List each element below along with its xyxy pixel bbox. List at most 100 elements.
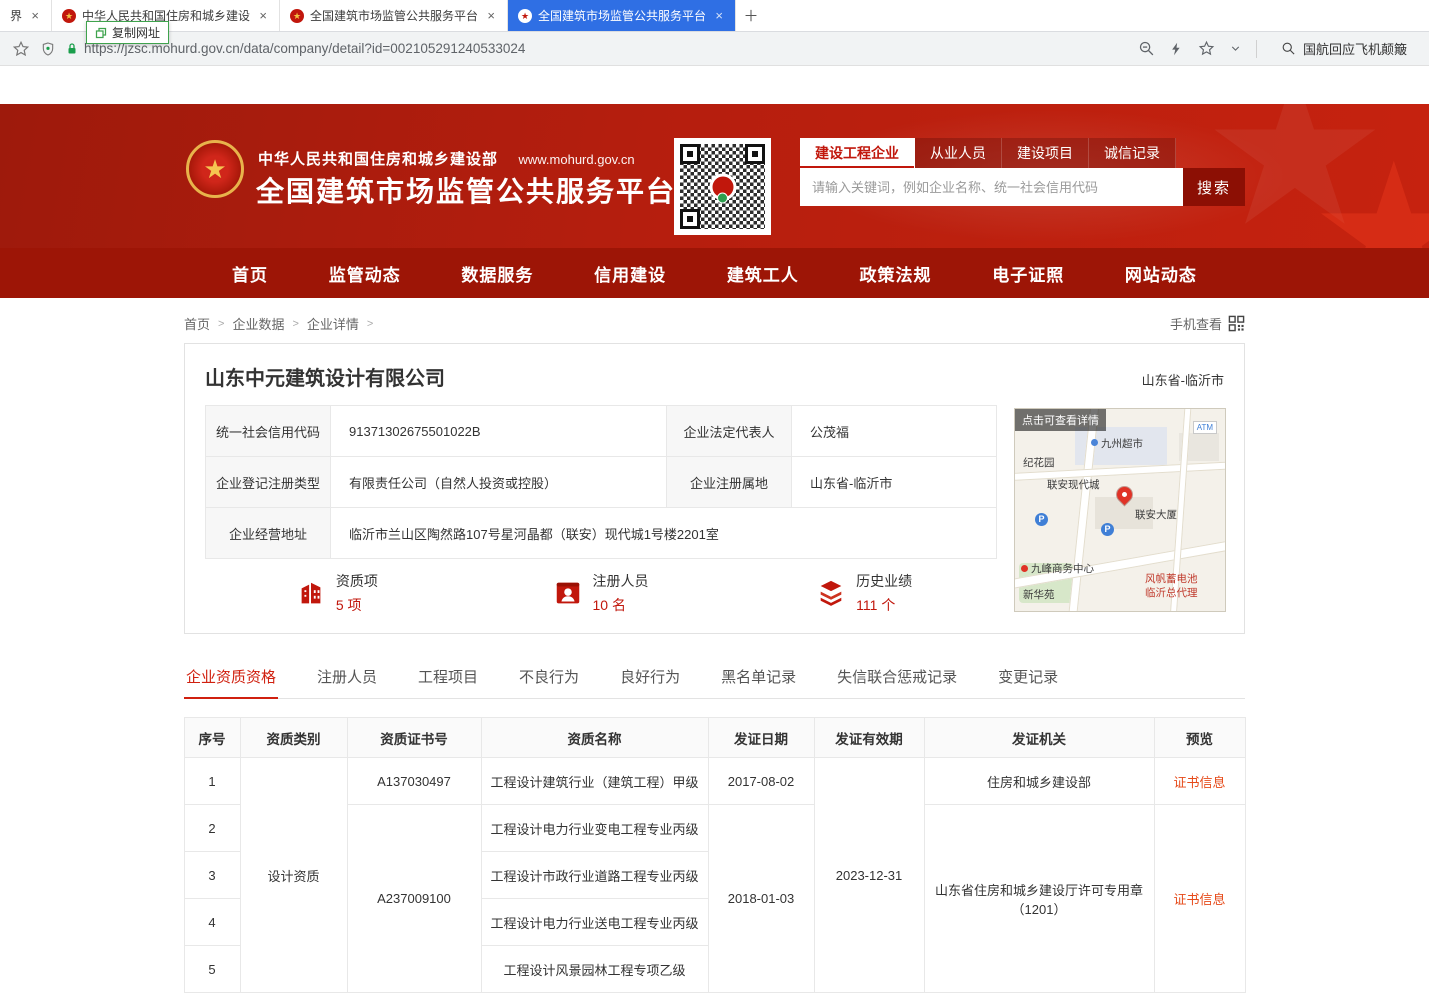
close-icon[interactable]: × [485, 9, 497, 22]
credit-code-value: 91371302675501022B [331, 406, 667, 457]
chevron-down-icon[interactable] [1229, 42, 1242, 55]
nav-policies[interactable]: 政策法规 [860, 261, 932, 286]
nav-site-news[interactable]: 网站动态 [1125, 261, 1197, 286]
browser-tab-partial[interactable]: 界 × [0, 0, 52, 31]
tab-change-records[interactable]: 变更记录 [996, 658, 1060, 698]
stat-label: 资质项 [336, 571, 378, 591]
map-label-atm: ATM [1193, 421, 1217, 434]
browser-quick-search[interactable]: 国航回应飞机颠簸 [1271, 35, 1417, 62]
search-tab-project[interactable]: 建设项目 [1002, 138, 1089, 168]
platform-title: 全国建筑市场监管公共服务平台 [256, 170, 676, 210]
hot-search-text: 国航回应飞机颠簸 [1303, 39, 1407, 58]
layers-icon [816, 578, 846, 608]
qr-center-logo-icon [709, 173, 736, 200]
favorite-star-icon[interactable] [1198, 40, 1215, 57]
keyword-search-bar: 搜索 [800, 168, 1245, 206]
copy-url-tooltip[interactable]: 复制网址 [86, 21, 169, 44]
qualification-building-icon [296, 578, 326, 608]
search-icon [1281, 41, 1296, 56]
cell-serial: 4 [184, 899, 240, 946]
company-info-table: 统一社会信用代码 91371302675501022B 企业法定代表人 公茂福 … [205, 405, 997, 559]
poi-dot-icon [1021, 565, 1028, 572]
cell-serial: 3 [184, 852, 240, 899]
keyword-input[interactable] [800, 168, 1183, 206]
ministry-line: 中华人民共和国住房和城乡建设部 www.mohurd.gov.cn [258, 148, 635, 169]
table-row: 1 设计资质 A137030497 工程设计建筑行业（建筑工程）甲级 2017-… [184, 758, 1245, 805]
breadcrumb-separator: > [218, 318, 224, 330]
stat-registered-personnel[interactable]: 注册人员 10 名 [469, 571, 733, 615]
cell-name: 工程设计建筑行业（建筑工程）甲级 [481, 758, 708, 805]
reg-region-value: 山东省-临沂市 [792, 457, 997, 508]
field-label: 企业登记注册类型 [206, 457, 331, 508]
site-safety-shield-icon[interactable] [40, 41, 56, 57]
cell-category: 设计资质 [240, 758, 347, 993]
search-tab-enterprise[interactable]: 建设工程企业 [800, 138, 915, 168]
ministry-site-url: www.mohurd.gov.cn [518, 152, 634, 167]
col-header-authority: 发证机关 [924, 718, 1154, 758]
table-header-row: 序号 资质类别 资质证书号 资质名称 发证日期 发证有效期 发证机关 预览 [184, 718, 1245, 758]
personnel-badge-icon [553, 578, 583, 608]
close-icon[interactable]: × [713, 9, 725, 22]
tab-projects[interactable]: 工程项目 [416, 658, 480, 698]
map-label-tower: 联安大厦 [1135, 507, 1177, 522]
search-button[interactable]: 搜索 [1183, 168, 1245, 206]
map-label-battery-2: 临沂总代理 [1145, 587, 1198, 600]
tab-title: 全国建筑市场监管公共服务平台 [538, 7, 707, 24]
tab-registered-personnel[interactable]: 注册人员 [315, 658, 379, 698]
breadcrumb-company-data[interactable]: 企业数据 [232, 314, 284, 333]
copy-icon [95, 27, 107, 39]
detail-tab-bar: 企业资质资格 注册人员 工程项目 不良行为 良好行为 黑名单记录 失信联合惩戒记… [184, 658, 1245, 699]
bookmark-star-icon[interactable] [12, 40, 30, 58]
stat-historical-projects[interactable]: 历史业绩 111 个 [732, 571, 996, 615]
site-favicon-icon: ★ [518, 9, 532, 23]
breadcrumb-home[interactable]: 首页 [184, 314, 210, 333]
close-icon[interactable]: × [29, 9, 41, 22]
browser-tab-jzsc-active[interactable]: ★ 全国建筑市场监管公共服务平台 × [508, 0, 736, 31]
browser-tab-jzsc-1[interactable]: ★ 全国建筑市场监管公共服务平台 × [280, 0, 508, 31]
close-icon[interactable]: × [257, 9, 269, 22]
map-label-xinhua: 新华苑 [1023, 587, 1055, 602]
speed-mode-lightning-icon[interactable] [1169, 41, 1184, 57]
stat-qualifications[interactable]: 资质项 5 项 [205, 571, 469, 615]
copy-url-label: 复制网址 [112, 24, 160, 41]
nav-credit-building[interactable]: 信用建设 [594, 261, 666, 286]
certificate-info-link[interactable]: 证书信息 [1173, 775, 1225, 790]
tab-bad-behavior[interactable]: 不良行为 [517, 658, 581, 698]
mobile-view-link[interactable]: 手机查看 [1170, 314, 1245, 333]
reg-type-value: 有限责任公司（自然人投资或控股） [331, 457, 667, 508]
nav-e-certificates[interactable]: 电子证照 [992, 261, 1064, 286]
map-label-battery-1: 风帆蓄电池 [1145, 573, 1198, 586]
company-detail-card: 山东中元建筑设计有限公司 山东省-临沂市 统一社会信用代码 9137130267… [184, 343, 1245, 634]
new-tab-button[interactable]: ＋ [736, 0, 766, 31]
field-label: 企业注册属地 [667, 457, 792, 508]
tab-blacklist[interactable]: 黑名单记录 [719, 658, 798, 698]
url-box[interactable]: https://jzsc.mohurd.gov.cn/data/company/… [66, 41, 1128, 56]
cell-validity: 2023-12-31 [814, 758, 924, 993]
company-address-value: 临沂市兰山区陶然路107号星河晶都（联安）现代城1号楼2201室 [331, 508, 997, 559]
tab-dishonesty-records[interactable]: 失信联合惩戒记录 [835, 658, 959, 698]
parking-icon: P [1101, 523, 1114, 536]
map-label-supermarket: 九州超市 [1101, 436, 1143, 451]
nav-data-service[interactable]: 数据服务 [461, 261, 533, 286]
map-thumbnail[interactable]: 点击可查看详情 九州超市 ATM 纪花园 联安现代城 P P 联安大厦 九峰商务… [1014, 408, 1226, 612]
breadcrumb-row: 首页 > 企业数据 > 企业详情 > 手机查看 [184, 314, 1245, 333]
col-header-preview: 预览 [1154, 718, 1245, 758]
cell-issue-date: 2018-01-03 [708, 805, 814, 993]
cell-preview: 证书信息 [1154, 758, 1245, 805]
company-name: 山东中元建筑设计有限公司 [205, 362, 1224, 391]
certificate-info-link[interactable]: 证书信息 [1173, 892, 1225, 907]
nav-supervision-news[interactable]: 监管动态 [329, 261, 401, 286]
zoom-icon[interactable] [1138, 40, 1155, 57]
search-tab-credit[interactable]: 诚信记录 [1089, 138, 1176, 168]
col-header-category: 资质类别 [240, 718, 347, 758]
tab-good-behavior[interactable]: 良好行为 [618, 658, 682, 698]
col-header-name: 资质名称 [481, 718, 708, 758]
nav-construction-workers[interactable]: 建筑工人 [727, 261, 799, 286]
search-tab-personnel[interactable]: 从业人员 [915, 138, 1002, 168]
field-label: 企业经营地址 [206, 508, 331, 559]
field-label: 统一社会信用代码 [206, 406, 331, 457]
site-favicon-icon: ★ [62, 9, 76, 23]
tab-qualifications[interactable]: 企业资质资格 [184, 658, 278, 699]
nav-home[interactable]: 首页 [232, 261, 268, 286]
company-region: 山东省-临沂市 [1142, 370, 1224, 389]
